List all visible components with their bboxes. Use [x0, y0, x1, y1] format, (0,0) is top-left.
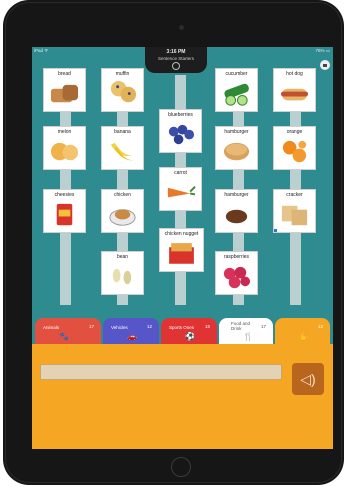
battery-status: 76% ▭ — [315, 48, 330, 53]
card-label: bread — [58, 71, 71, 77]
sentence-strip[interactable] — [40, 364, 282, 380]
symbol-card-carrot[interactable]: carrot — [159, 167, 202, 211]
sentence-starters-header[interactable]: 3:16 PM Sentence Starters — [145, 47, 207, 73]
tab-count: 17 — [88, 324, 94, 329]
card-label: hamburger — [224, 192, 249, 198]
card-marker — [274, 229, 277, 232]
tab-label: Vehicles — [111, 325, 128, 330]
tab-vehicles[interactable]: Vehicles 12 🚗 — [103, 318, 159, 344]
cheesies-icon — [56, 203, 73, 226]
bread-icon — [50, 84, 79, 103]
sentence-tray: ◁) — [32, 344, 333, 449]
tab-count: 15 — [204, 324, 210, 329]
tab-count: 12 — [146, 324, 152, 329]
symbol-card-cracker[interactable]: cracker — [273, 189, 316, 233]
symbol-card-muffin[interactable]: muffin — [101, 68, 144, 112]
speech-bubble-icon — [172, 62, 180, 70]
banana-icon — [110, 142, 137, 161]
home-button[interactable] — [171, 457, 191, 477]
symbol-card-raspberries[interactable]: raspberries — [215, 251, 258, 295]
card-label: orange — [286, 129, 303, 135]
tab-hand[interactable]: 12 ✋ — [275, 318, 330, 344]
cracker-icon — [281, 205, 308, 226]
card-label: cracker — [286, 192, 303, 198]
tab-label: Food and Drink — [231, 321, 251, 331]
tab-sports[interactable]: Sports Ones 15 ⚽ — [161, 318, 217, 344]
symbol-card-banana[interactable]: banana — [101, 126, 144, 170]
patty-icon — [225, 209, 248, 224]
orange-icon — [282, 140, 307, 163]
header-title: Sentence Starters — [157, 56, 195, 61]
category-tabs: Animals 17 🐾 Vehicles 12 🚗 Sports Ones 1… — [32, 318, 333, 344]
card-label: cucumber — [225, 71, 248, 77]
blueberries-icon — [168, 124, 195, 145]
carrot-icon — [167, 186, 196, 198]
symbol-card-cheesies[interactable]: cheesies — [43, 189, 86, 233]
hamburger-icon — [223, 142, 250, 161]
symbol-card-hamburger[interactable]: hamburger — [215, 126, 258, 170]
card-label: chicken nugget — [164, 231, 199, 237]
hand-icon: ✋ — [299, 332, 309, 341]
paw-icon: 🐾 — [59, 332, 69, 341]
hot-dog-icon — [280, 88, 309, 101]
card-label: cheesies — [54, 192, 75, 198]
symbol-card-chicken[interactable]: chicken — [101, 189, 144, 233]
card-label: muffin — [115, 71, 130, 77]
symbol-card-orange[interactable]: orange — [273, 126, 316, 170]
raspberries-icon — [223, 266, 251, 289]
utensils-icon: 🍴 — [243, 332, 253, 341]
tab-label: Animals — [43, 325, 60, 330]
camera-icon — [179, 25, 184, 30]
card-label: raspberries — [223, 254, 249, 260]
card-label: carrot — [174, 170, 187, 176]
tab-count: 17 — [260, 324, 266, 329]
card-label: hot dog — [286, 71, 303, 77]
tab-count: 12 — [317, 324, 323, 329]
symbol-card-hot-dog[interactable]: hot dog — [273, 68, 316, 112]
symbol-card-bread[interactable]: bread — [43, 68, 86, 112]
card-label: melon — [57, 129, 72, 135]
speaker-icon: ◁) — [300, 371, 316, 387]
symbol-card-blueberries[interactable]: blueberries — [159, 109, 202, 153]
chicken-nugget-icon — [169, 243, 194, 264]
device-status: iPad ᯤ — [34, 48, 49, 53]
lock-icon[interactable] — [320, 60, 330, 70]
tab-food-and-drink[interactable]: Food and Drink 17 🍴 — [219, 318, 273, 344]
symbol-card-bean[interactable]: bean — [101, 251, 144, 295]
speak-button[interactable]: ◁) — [292, 363, 324, 395]
bean-icon — [112, 268, 132, 285]
cucumber-icon — [224, 83, 249, 106]
symbol-card-melon[interactable]: melon — [43, 126, 86, 170]
card-label: bean — [116, 254, 129, 260]
symbol-card-hamburger[interactable]: hamburger — [215, 189, 258, 233]
card-label: banana — [114, 129, 131, 135]
clock: 3:16 PM — [166, 49, 186, 55]
card-label: chicken — [114, 192, 131, 198]
tab-animals[interactable]: Animals 17 🐾 — [35, 318, 101, 344]
muffin-icon — [110, 80, 137, 103]
tab-label: Sports Ones — [169, 325, 195, 330]
card-label: blueberries — [168, 112, 193, 118]
symbol-card-cucumber[interactable]: cucumber — [215, 68, 258, 112]
car-icon: 🚗 — [127, 332, 137, 341]
chicken-icon — [109, 209, 136, 226]
melon-icon — [50, 142, 79, 161]
card-label: hamburger — [224, 129, 249, 135]
symbol-card-chicken-nugget[interactable]: chicken nugget — [159, 228, 204, 272]
app-screen: iPad ᯤ 76% ▭ 3:16 PM Sentence Starters b… — [32, 47, 333, 449]
ball-icon: ⚽ — [185, 332, 195, 341]
